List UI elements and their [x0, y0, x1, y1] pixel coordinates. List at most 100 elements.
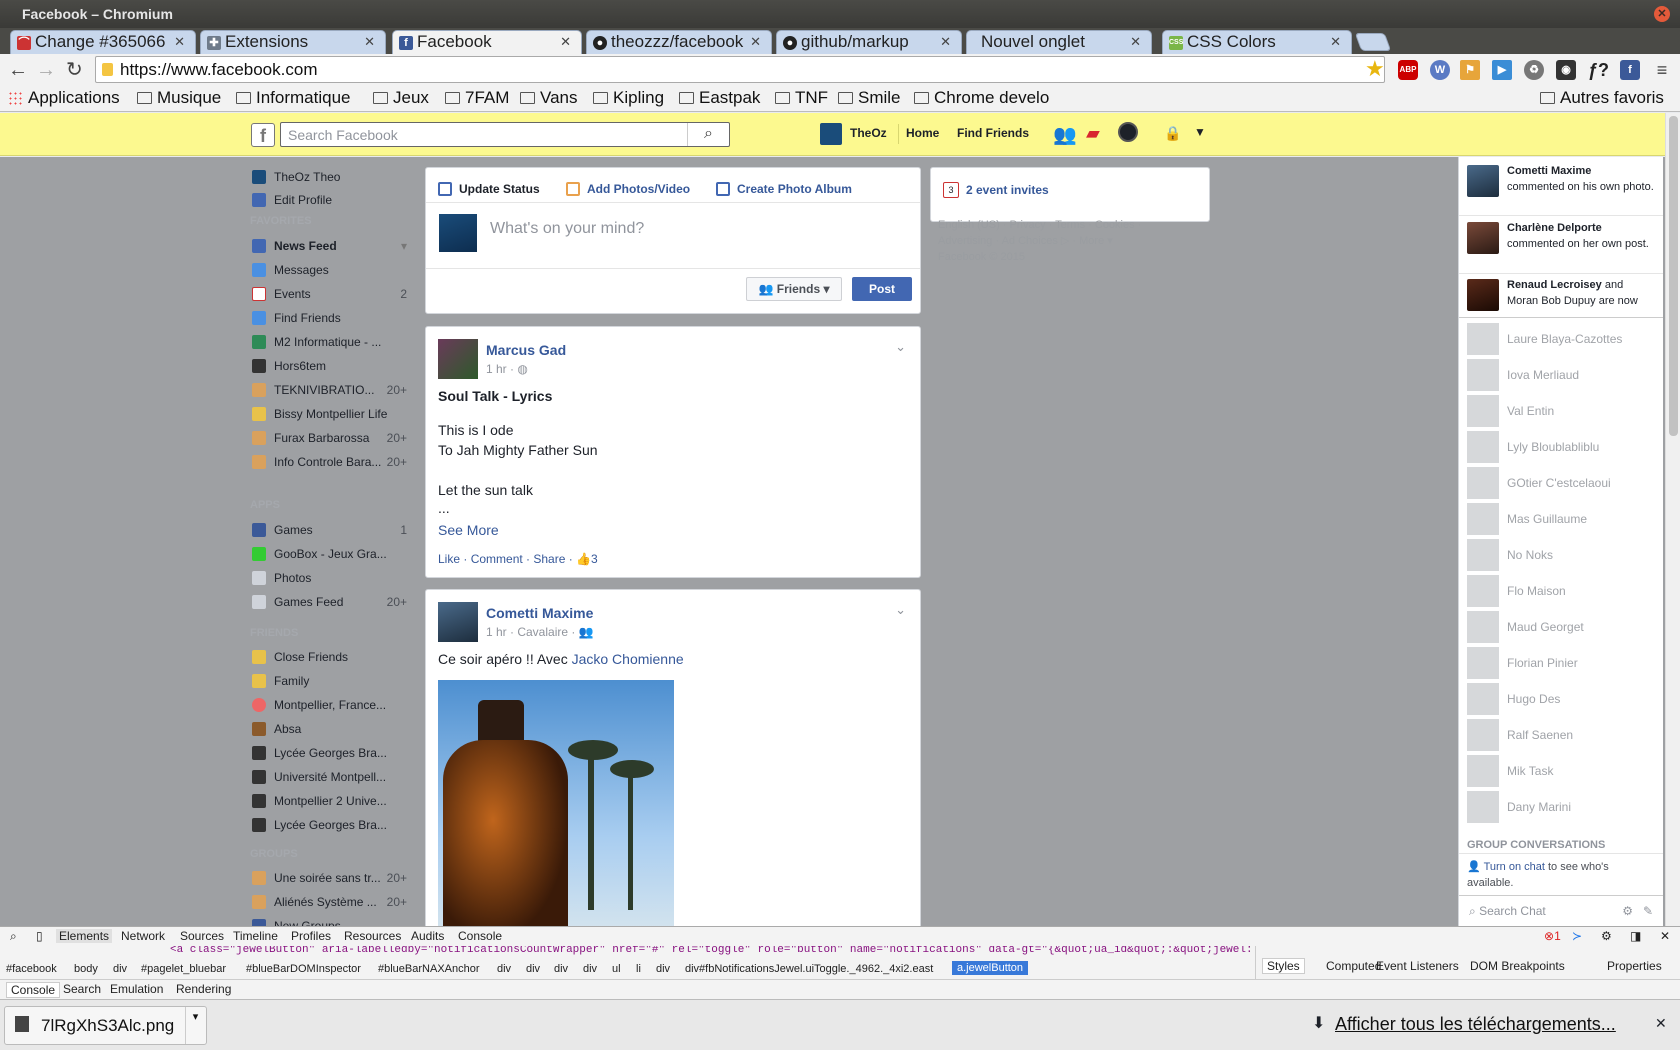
turn-on-chat-link[interactable]: Turn on chat — [1484, 861, 1545, 873]
see-more-link[interactable]: See More — [438, 522, 499, 538]
breadcrumb-item[interactable]: #blueBarNAXAnchor — [378, 963, 480, 975]
avatar[interactable] — [820, 123, 842, 145]
audience-selector[interactable]: 👥 Friends ▾ — [746, 277, 842, 301]
nav-friend-list[interactable]: Montpellier 2 Unive... — [250, 789, 415, 813]
bookmark-folder[interactable]: Eastpak — [679, 88, 760, 108]
post-photo[interactable] — [438, 680, 674, 938]
chat-contact[interactable]: Iova Merliaud — [1467, 359, 1657, 391]
breadcrumb-item[interactable]: div — [554, 963, 568, 975]
post-options-chevron-down-icon[interactable]: ⌄ — [895, 339, 906, 355]
nav-group[interactable]: Aliénés Système ... 20+ — [250, 890, 415, 914]
download-item[interactable]: 7lRgXhS3Alc.png ▾ — [4, 1006, 207, 1045]
close-shelf-icon[interactable]: ✕ — [1655, 1015, 1667, 1032]
tab-extensions[interactable]: ✚ Extensions ✕ — [200, 30, 386, 54]
profile-link[interactable]: TheOz — [850, 126, 887, 140]
event-invites-box[interactable]: 3 2 event invites — [930, 167, 1210, 222]
breadcrumb-item[interactable]: div — [583, 963, 597, 975]
chat-contact[interactable]: Florian Pinier — [1467, 647, 1657, 679]
friend-requests-icon[interactable]: 👥 — [1053, 123, 1077, 147]
forward-icon[interactable]: → — [36, 60, 56, 80]
chat-contact[interactable]: Val Entin — [1467, 395, 1657, 427]
dock-side-icon[interactable]: ◨ — [1630, 929, 1641, 943]
tagged-friend-link[interactable]: Jacko Chomienne — [572, 651, 684, 667]
post-timestamp[interactable]: 1 hr · ◍ — [486, 362, 528, 376]
tab-github-markup[interactable]: ● github/markup ✕ — [776, 30, 962, 54]
avatar[interactable] — [438, 602, 478, 642]
show-all-downloads-link[interactable]: Afficher tous les téléchargements... — [1335, 1014, 1616, 1035]
drawer-tab-emulation[interactable]: Emulation — [110, 982, 163, 996]
close-tab-icon[interactable]: ✕ — [1330, 34, 1341, 50]
bookmark-folder[interactable]: Informatique — [236, 88, 351, 108]
sidebar-tab-dom-breakpoints[interactable]: DOM Breakpoints — [1470, 959, 1565, 973]
share-link[interactable]: Share — [533, 552, 565, 566]
chat-contact[interactable]: Maud Georget — [1467, 611, 1657, 643]
nav-friend-list[interactable]: Lycée Georges Bra... — [250, 813, 415, 837]
bookmark-folder[interactable]: Chrome develo — [914, 88, 1054, 108]
nav-page[interactable]: Info Controle Bara... 20+ — [250, 450, 415, 474]
bookmark-folder[interactable]: Vans — [520, 88, 578, 108]
back-icon[interactable]: ← — [8, 60, 28, 80]
devtools-tab-console[interactable]: Console — [458, 929, 502, 943]
event-invites-link[interactable]: 2 event invites — [966, 183, 1049, 197]
chat-contact[interactable]: Dany Marini — [1467, 791, 1657, 823]
reload-icon[interactable]: ↻ — [66, 60, 83, 80]
new-tab-button[interactable] — [1354, 33, 1392, 51]
close-tab-icon[interactable]: ✕ — [750, 34, 761, 50]
search-icon[interactable]: ⌕ — [687, 123, 729, 146]
drawer-tab-console[interactable]: Console — [6, 982, 61, 998]
chat-contact[interactable]: GOtier C'estcelaoui — [1467, 467, 1657, 499]
extension-facebook-icon[interactable]: f — [1620, 60, 1640, 80]
chat-contact[interactable]: Laure Blaya-Cazottes — [1467, 323, 1657, 355]
notifications-globe-icon[interactable] — [1118, 122, 1138, 142]
chat-contact[interactable]: Lyly Bloublabliblu — [1467, 431, 1657, 463]
extension-mask-icon[interactable]: ◉ — [1556, 60, 1576, 80]
close-devtools-icon[interactable]: ✕ — [1660, 929, 1670, 943]
sidebar-tab-events[interactable]: Event Listeners — [1376, 959, 1459, 973]
nav-app[interactable]: GooBox - Jeux Gra... — [250, 542, 415, 566]
chat-contact[interactable]: Ralf Saenen — [1467, 719, 1657, 751]
nav-edit-profile[interactable]: Edit Profile — [250, 188, 415, 212]
chat-search-input[interactable]: ⌕ Search Chat ⚙ ✎ — [1459, 895, 1663, 926]
account-menu-chevron-down-icon[interactable]: ▼ — [1194, 125, 1206, 139]
nav-find-friends[interactable]: Find Friends — [250, 306, 415, 330]
home-link[interactable]: Home — [906, 126, 939, 140]
post-timestamp[interactable]: 1 hr · Cavalaire · 👥 — [486, 625, 594, 639]
nav-photos[interactable]: Photos — [250, 566, 415, 590]
extension-w-icon[interactable]: W — [1430, 60, 1450, 80]
tab-theozzz-facebook[interactable]: ● theozzz/facebook ✕ — [586, 30, 772, 54]
close-tab-icon[interactable]: ✕ — [1130, 34, 1141, 50]
messages-icon[interactable]: ▰ — [1086, 123, 1100, 144]
sidebar-tab-computed[interactable]: Computed — [1326, 959, 1381, 973]
nav-games[interactable]: Games 1 — [250, 518, 415, 542]
breadcrumb-item[interactable]: #pagelet_bluebar — [141, 963, 226, 975]
devtools-tab-sources[interactable]: Sources — [180, 929, 224, 943]
tab-change[interactable]: ⌒ Change #365066 ✕ — [10, 30, 196, 54]
search-input[interactable]: Search Facebook ⌕ — [280, 122, 730, 147]
ticker-item[interactable]: Cometti Maxime commented on his own photo… — [1467, 163, 1657, 211]
devtools-tab-network[interactable]: Network — [121, 929, 165, 943]
facebook-logo-icon[interactable]: f — [251, 123, 275, 147]
bookmark-folder[interactable]: 7FAM — [445, 88, 509, 108]
bookmark-folder[interactable]: Smile — [838, 88, 901, 108]
nav-profile[interactable]: TheOz Theo — [250, 165, 415, 189]
post-author[interactable]: Cometti Maxime — [486, 605, 593, 621]
nav-games-feed[interactable]: Games Feed 20+ — [250, 590, 415, 614]
nav-group[interactable]: Une soirée sans tr... 20+ — [250, 866, 415, 890]
devtools-tab-resources[interactable]: Resources — [344, 929, 401, 943]
like-count[interactable]: 3 — [591, 552, 598, 566]
breadcrumb-item[interactable]: div#fbNotificationsJewel.uiToggle._4962.… — [685, 963, 933, 975]
bookmark-apps[interactable]: Applications — [8, 88, 120, 108]
address-bar[interactable]: https://www.facebook.com — [95, 56, 1385, 83]
nav-page[interactable]: Hors6tem — [250, 354, 415, 378]
extension-cast-icon[interactable]: ▶ — [1492, 60, 1512, 80]
devtools-tab-elements[interactable]: Elements — [56, 929, 113, 943]
close-window-icon[interactable]: ✕ — [1654, 6, 1670, 22]
extension-flag-icon[interactable]: ⚑ — [1460, 60, 1480, 80]
inspect-icon[interactable]: ⌕ — [10, 929, 17, 944]
error-count-badge[interactable]: ⊗1 — [1544, 929, 1561, 943]
drawer-tab-search[interactable]: Search — [63, 982, 101, 996]
breadcrumb-item[interactable]: div — [656, 963, 670, 975]
breadcrumb-item[interactable]: div — [526, 963, 540, 975]
status-input[interactable]: What's on your mind? — [490, 220, 644, 238]
bookmark-folder[interactable]: Jeux — [373, 88, 429, 108]
